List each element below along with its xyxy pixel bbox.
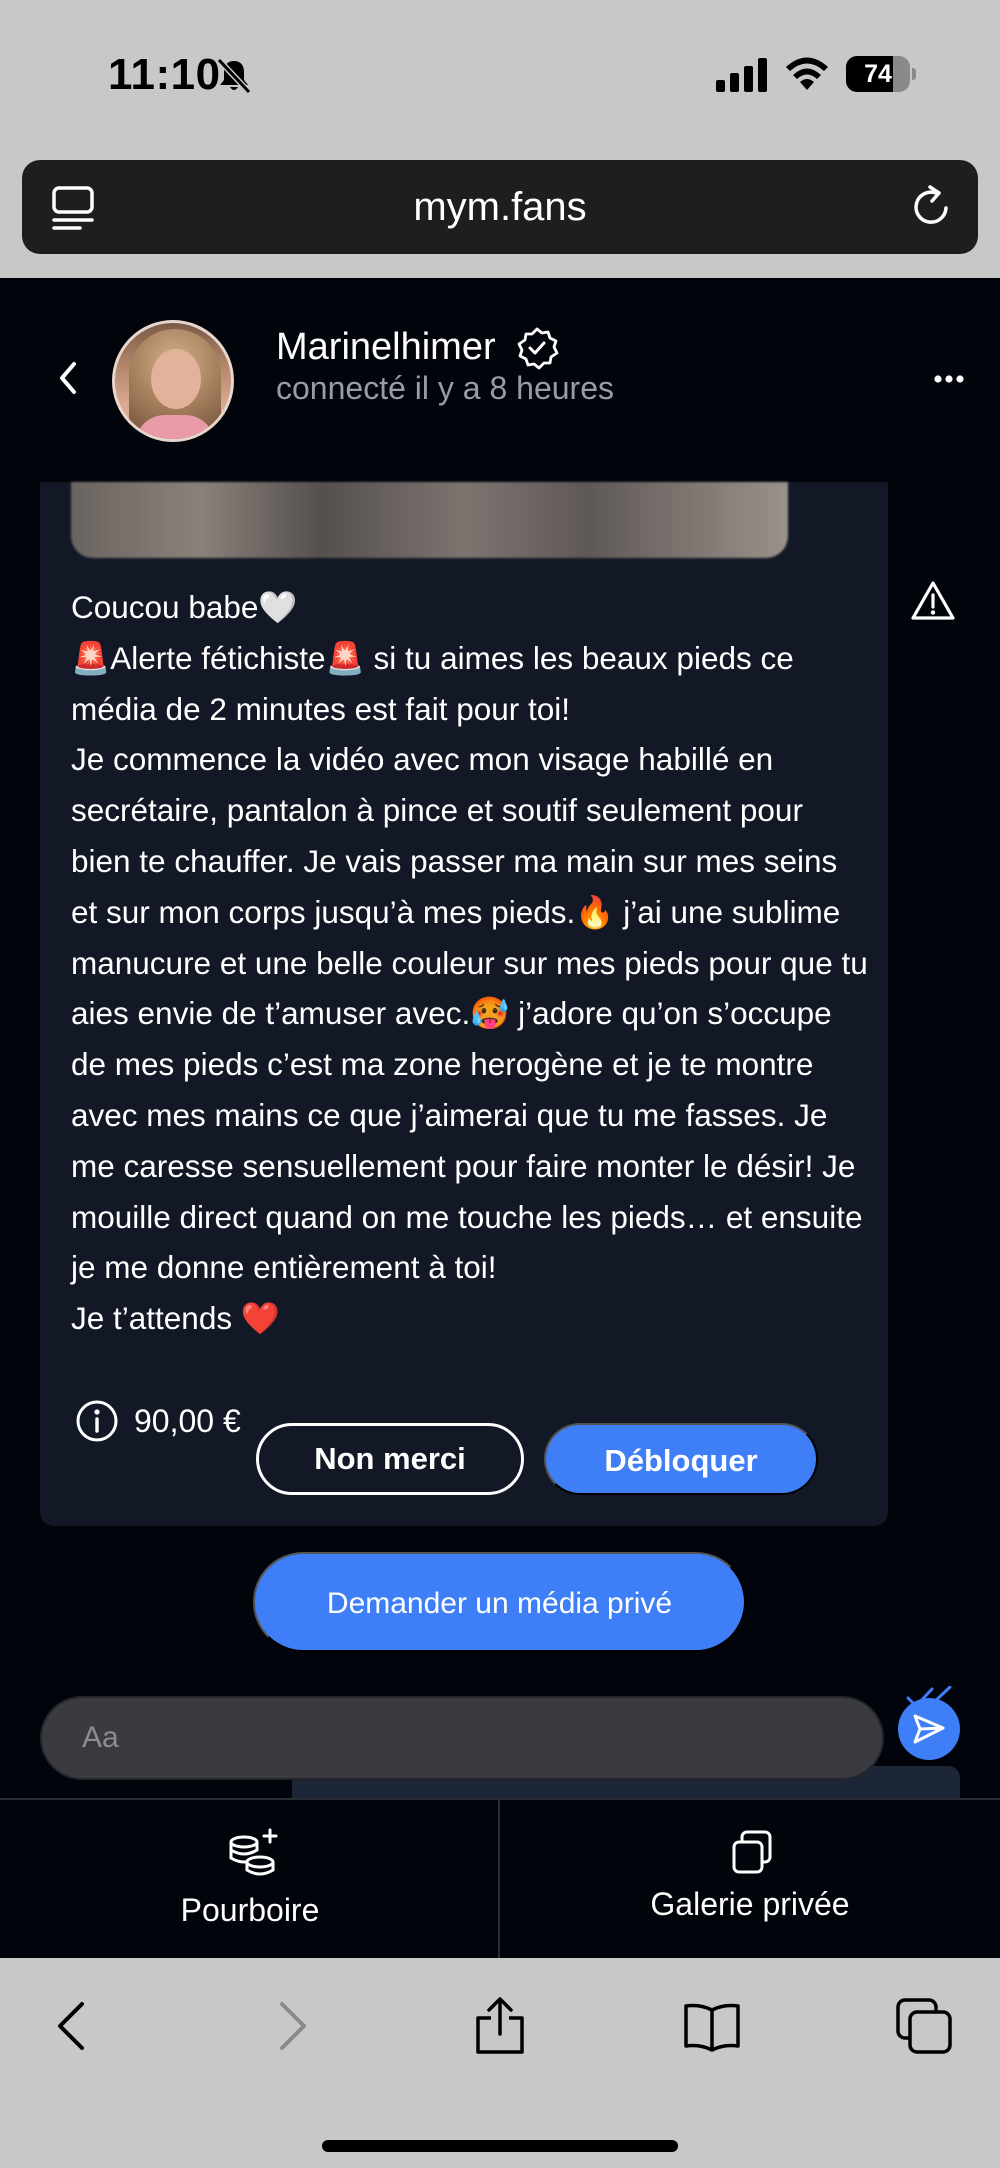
chat-header: Marinelhimer connecté il y a 8 heures [0, 278, 1000, 478]
tabs-icon[interactable] [894, 1996, 954, 2056]
share-icon[interactable] [470, 1996, 530, 2056]
message-text: Coucou babe🤍 🚨Alerte fétichiste🚨 si tu a… [71, 589, 868, 1337]
tab-private-gallery[interactable]: Galerie privée [500, 1800, 1000, 1958]
reload-icon[interactable] [908, 184, 954, 230]
blurred-media-preview[interactable] [71, 482, 788, 558]
cellular-signal-icon [716, 58, 767, 92]
bookmarks-icon[interactable] [682, 1996, 742, 2056]
battery-percent: 74 [864, 60, 892, 88]
bottom-tab-bar: Pourboire Galerie privée [0, 1798, 1000, 1958]
paid-message-card: Coucou babe🤍 🚨Alerte fétichiste🚨 si tu a… [40, 482, 888, 1526]
decline-button[interactable]: Non merci [256, 1423, 524, 1495]
back-chevron-icon[interactable] [54, 358, 82, 398]
verified-badge-icon [517, 327, 559, 370]
coins-plus-icon [229, 1828, 278, 1876]
bell-slash-icon [216, 57, 252, 95]
wifi-icon [786, 57, 828, 90]
request-private-media-button[interactable]: Demander un média privé [253, 1552, 746, 1652]
status-bar: 11:10 74 [0, 0, 1000, 150]
report-warning-icon[interactable] [910, 580, 956, 622]
address-bar[interactable]: mym.fans [22, 160, 978, 254]
tab-tip[interactable]: Pourboire [0, 1800, 500, 1958]
send-button[interactable] [898, 1698, 960, 1760]
home-indicator [322, 2140, 678, 2152]
unlock-button[interactable]: Débloquer [544, 1423, 818, 1495]
info-icon[interactable] [74, 1398, 120, 1444]
message-input[interactable] [82, 1698, 842, 1778]
back-arrow-icon[interactable] [44, 1996, 104, 2056]
url-field[interactable]: mym.fans [22, 160, 978, 254]
battery-icon: 74 [846, 56, 916, 92]
message-composer[interactable] [40, 1696, 884, 1780]
chat-page: Marinelhimer connecté il y a 8 heures Co… [0, 278, 1000, 1958]
gallery-stack-icon [732, 1830, 772, 1874]
tab-label: Pourboire [180, 1892, 320, 1928]
send-plane-icon [913, 1714, 945, 1744]
username[interactable]: Marinelhimer [276, 326, 496, 369]
browser-toolbar [0, 1958, 1000, 2168]
tab-label: Galerie privée [650, 1886, 850, 1922]
status-time: 11:10 [108, 50, 221, 99]
more-dots-icon[interactable] [934, 374, 964, 384]
forward-arrow-icon[interactable] [260, 1996, 320, 2056]
avatar[interactable] [112, 320, 234, 442]
presence-status: connecté il y a 8 heures [276, 370, 614, 406]
media-price: 90,00 € [134, 1403, 241, 1439]
